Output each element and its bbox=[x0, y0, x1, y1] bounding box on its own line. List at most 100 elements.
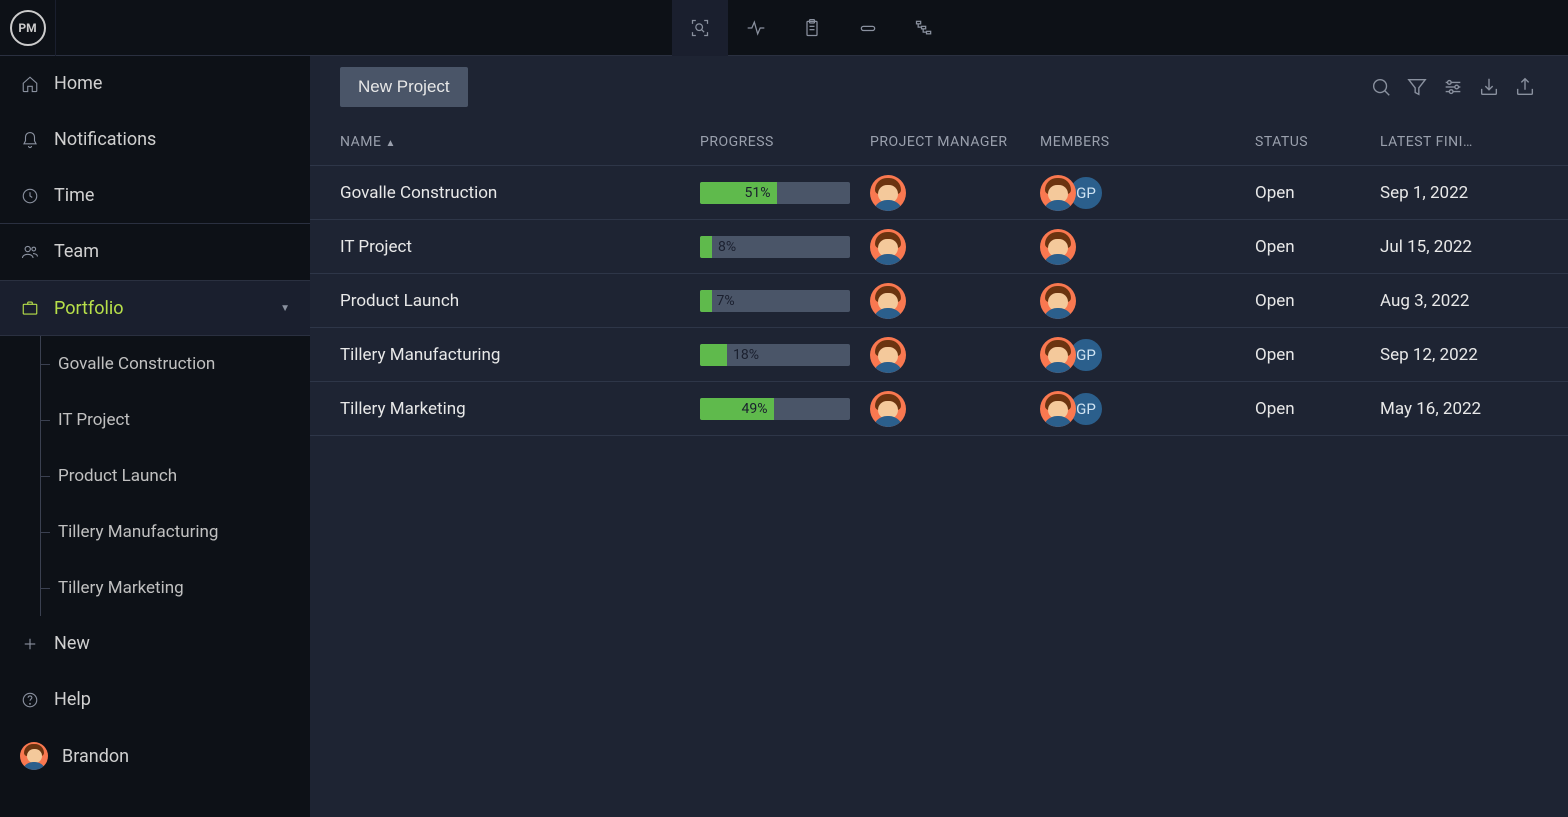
project-name: Tillery Marketing bbox=[340, 399, 700, 419]
latest-finish-cell: May 16, 2022 bbox=[1380, 399, 1538, 419]
col-progress[interactable]: PROGRESS bbox=[700, 134, 870, 150]
sidebar-item-portfolio[interactable]: Portfolio ▼ bbox=[0, 280, 310, 336]
import-icon[interactable] bbox=[1476, 74, 1502, 100]
progress-cell: 8% bbox=[700, 236, 870, 258]
col-project-manager[interactable]: PROJECT MANAGER bbox=[870, 134, 1040, 150]
progress-bar: 7% bbox=[700, 290, 850, 312]
members-cell bbox=[1040, 229, 1255, 265]
table-row[interactable]: Tillery Marketing49% GPOpenMay 16, 2022 bbox=[310, 382, 1568, 436]
export-icon[interactable] bbox=[1512, 74, 1538, 100]
portfolio-child[interactable]: Product Launch bbox=[30, 448, 310, 504]
col-members[interactable]: MEMBERS bbox=[1040, 134, 1255, 150]
members-cell: GP bbox=[1040, 391, 1255, 427]
sidebar-item-label: Help bbox=[54, 689, 91, 710]
project-name: IT Project bbox=[340, 237, 700, 257]
progress-value: 7% bbox=[711, 290, 735, 312]
home-icon bbox=[20, 75, 40, 93]
portfolio-sublist: Govalle Construction IT Project Product … bbox=[0, 336, 310, 616]
avatar[interactable] bbox=[870, 175, 906, 211]
portfolio-child[interactable]: Tillery Marketing bbox=[30, 560, 310, 616]
avatar[interactable] bbox=[1040, 337, 1076, 373]
project-name: Product Launch bbox=[340, 291, 700, 311]
flow-icon[interactable] bbox=[896, 0, 952, 56]
progress-bar: 51% bbox=[700, 182, 850, 204]
project-name: Govalle Construction bbox=[340, 183, 700, 203]
chevron-down-icon: ▼ bbox=[280, 303, 290, 314]
table-row[interactable]: Govalle Construction51%GPOpenSep 1, 2022 bbox=[310, 166, 1568, 220]
content-area: New Project NAME▲ PROGRESS PROJECT MANAG… bbox=[310, 56, 1568, 817]
users-icon bbox=[20, 243, 40, 261]
zoom-scan-icon[interactable] bbox=[672, 0, 728, 56]
status-cell: Open bbox=[1255, 237, 1380, 257]
sidebar-item-label: Notifications bbox=[54, 129, 156, 150]
new-project-button[interactable]: New Project bbox=[340, 67, 468, 107]
portfolio-child[interactable]: Govalle Construction bbox=[30, 336, 310, 392]
progress-bar: 18% bbox=[700, 344, 850, 366]
avatar[interactable] bbox=[870, 283, 906, 319]
col-name[interactable]: NAME▲ bbox=[340, 134, 700, 150]
project-manager-cell bbox=[870, 283, 1040, 319]
progress-bar: 8% bbox=[700, 236, 850, 258]
avatar[interactable] bbox=[1040, 283, 1076, 319]
avatar bbox=[20, 742, 48, 770]
project-manager-cell bbox=[870, 175, 1040, 211]
settings-sliders-icon[interactable] bbox=[1440, 74, 1466, 100]
table-row[interactable]: IT Project8%OpenJul 15, 2022 bbox=[310, 220, 1568, 274]
sidebar-item-new[interactable]: New bbox=[0, 616, 310, 672]
progress-fill bbox=[700, 236, 712, 258]
sidebar-item-label: Portfolio bbox=[54, 298, 123, 319]
table-header: NAME▲ PROGRESS PROJECT MANAGER MEMBERS S… bbox=[310, 118, 1568, 166]
help-icon bbox=[20, 691, 40, 709]
portfolio-child[interactable]: IT Project bbox=[30, 392, 310, 448]
progress-bar: 49% bbox=[700, 398, 850, 420]
progress-fill bbox=[700, 344, 727, 366]
sidebar-user[interactable]: Brandon bbox=[0, 728, 310, 784]
clipboard-icon[interactable] bbox=[784, 0, 840, 56]
avatar[interactable] bbox=[1040, 391, 1076, 427]
sidebar-item-time[interactable]: Time bbox=[0, 168, 310, 224]
sidebar-item-label: Team bbox=[54, 241, 99, 262]
status-cell: Open bbox=[1255, 399, 1380, 419]
attachment-icon[interactable] bbox=[840, 0, 896, 56]
portfolio-child[interactable]: Tillery Manufacturing bbox=[30, 504, 310, 560]
activity-icon[interactable] bbox=[728, 0, 784, 56]
avatar[interactable] bbox=[870, 337, 906, 373]
avatar[interactable] bbox=[1040, 229, 1076, 265]
content-header: New Project bbox=[310, 56, 1568, 118]
sidebar-item-label: Time bbox=[54, 185, 94, 206]
filter-icon[interactable] bbox=[1404, 74, 1430, 100]
topbar: PM bbox=[0, 0, 1568, 56]
sidebar-item-notifications[interactable]: Notifications bbox=[0, 112, 310, 168]
logo-text: PM bbox=[10, 10, 46, 46]
app-logo[interactable]: PM bbox=[0, 0, 56, 56]
members-cell: GP bbox=[1040, 175, 1255, 211]
project-manager-cell bbox=[870, 229, 1040, 265]
latest-finish-cell: Aug 3, 2022 bbox=[1380, 291, 1538, 311]
progress-value: 18% bbox=[727, 344, 759, 366]
table-row[interactable]: Tillery Manufacturing18%GPOpenSep 12, 20… bbox=[310, 328, 1568, 382]
progress-fill: 51% bbox=[700, 182, 777, 204]
sidebar-item-help[interactable]: Help bbox=[0, 672, 310, 728]
project-name: Tillery Manufacturing bbox=[340, 345, 700, 365]
sidebar-item-label: Home bbox=[54, 73, 102, 94]
col-status[interactable]: STATUS bbox=[1255, 134, 1380, 150]
sidebar-item-home[interactable]: Home bbox=[0, 56, 310, 112]
project-manager-cell bbox=[870, 391, 1040, 427]
projects-table: NAME▲ PROGRESS PROJECT MANAGER MEMBERS S… bbox=[310, 118, 1568, 817]
avatar[interactable] bbox=[870, 229, 906, 265]
table-row[interactable]: Product Launch7%OpenAug 3, 2022 bbox=[310, 274, 1568, 328]
sidebar: Home Notifications Time Team Portfolio ▼… bbox=[0, 56, 310, 817]
latest-finish-cell: Sep 1, 2022 bbox=[1380, 183, 1538, 203]
members-cell: GP bbox=[1040, 337, 1255, 373]
bell-icon bbox=[20, 131, 40, 149]
progress-fill: 49% bbox=[700, 398, 774, 420]
avatar[interactable] bbox=[1040, 175, 1076, 211]
progress-cell: 49% bbox=[700, 398, 870, 420]
progress-cell: 18% bbox=[700, 344, 870, 366]
col-latest-finish[interactable]: LATEST FINI… bbox=[1380, 134, 1538, 150]
status-cell: Open bbox=[1255, 345, 1380, 365]
avatar[interactable] bbox=[870, 391, 906, 427]
search-icon[interactable] bbox=[1368, 74, 1394, 100]
sidebar-item-team[interactable]: Team bbox=[0, 224, 310, 280]
members-cell bbox=[1040, 283, 1255, 319]
